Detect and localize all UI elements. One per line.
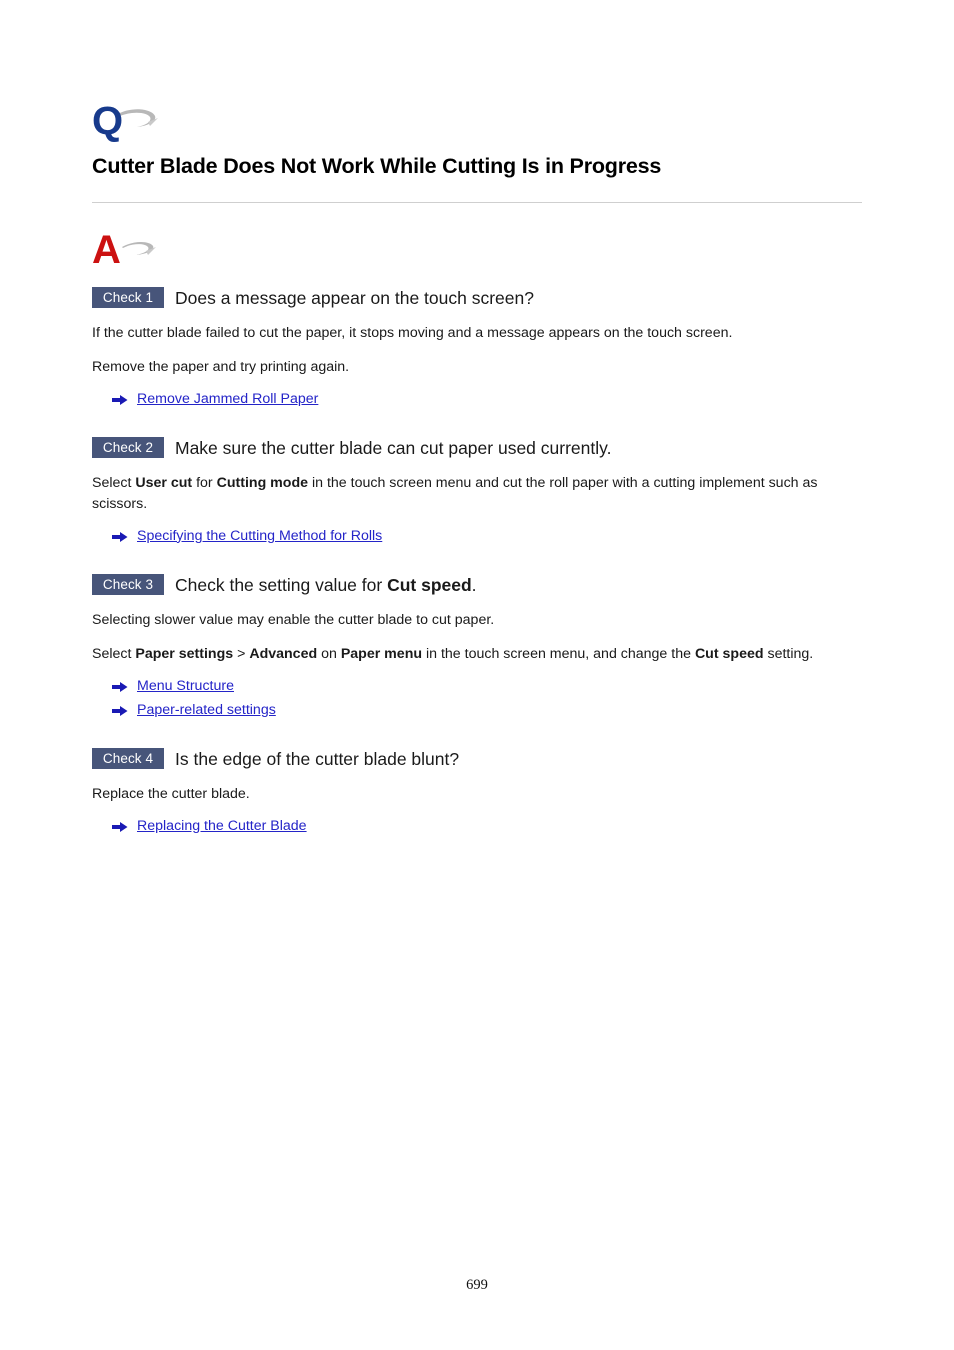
check-heading: Check 1 Does a message appear on the touc… <box>92 286 862 310</box>
emphasis-text: Cut speed <box>694 645 764 662</box>
related-link-list: Menu Structure Paper-related settings <box>92 677 862 720</box>
text-run: Remove the paper and try printing again. <box>92 358 350 375</box>
check-block: Check 4 Is the edge of the cutter blade b… <box>92 747 862 836</box>
arrow-right-icon <box>112 530 128 543</box>
text-run: Does a message appear on the touch scree… <box>175 287 534 308</box>
emphasis-text: Cut speed <box>387 574 472 595</box>
related-link[interactable]: Remove Jammed Roll Paper <box>137 390 318 409</box>
emphasis-text: User cut <box>135 474 193 491</box>
page-content: Q Cutter Blade Does Not Work While Cutti… <box>92 96 862 841</box>
body-paragraph: Replace the cutter blade. <box>92 784 862 805</box>
related-link-list: Remove Jammed Roll Paper <box>92 390 862 409</box>
text-run: Check the setting value for <box>175 574 388 595</box>
check-title: Make sure the cutter blade can cut paper… <box>175 437 611 459</box>
body-paragraph: If the cutter blade failed to cut the pa… <box>92 323 862 344</box>
related-link-list: Replacing the Cutter Blade <box>92 817 862 836</box>
check-heading: Check 4 Is the edge of the cutter blade b… <box>92 747 862 771</box>
arrow-right-icon <box>112 820 128 833</box>
check-title: Does a message appear on the touch scree… <box>175 287 534 309</box>
emphasis-text: Cutting mode <box>216 474 309 491</box>
svg-text:A: A <box>92 228 121 271</box>
check-badge: Check 3 <box>92 573 164 595</box>
body-paragraph: Selecting slower value may enable the cu… <box>92 610 862 631</box>
body-paragraph: Remove the paper and try printing again. <box>92 357 862 378</box>
check-title: Check the setting value for Cut speed. <box>175 574 477 596</box>
text-run: If the cutter blade failed to cut the pa… <box>92 324 733 341</box>
check-badge: Check 2 <box>92 436 164 458</box>
check-badge: Check 1 <box>92 286 164 308</box>
answer-emblem-a-icon: A <box>92 225 164 271</box>
text-run: Select <box>92 645 136 662</box>
emphasis-text: Paper settings <box>135 645 234 662</box>
text-run: . <box>471 574 477 595</box>
emphasis-text: Paper menu <box>340 645 423 662</box>
text-run: Is the edge of the cutter blade blunt? <box>175 748 460 769</box>
text-run: in the touch screen menu, and change the <box>422 645 695 662</box>
check-heading: Check 3 Check the setting value for Cut s… <box>92 573 862 597</box>
text-run: Select <box>92 474 136 491</box>
svg-text:Q: Q <box>92 99 123 142</box>
related-link[interactable]: Specifying the Cutting Method for Rolls <box>137 527 382 546</box>
list-item: Replacing the Cutter Blade <box>112 817 862 836</box>
check-block: Check 1 Does a message appear on the touc… <box>92 286 862 409</box>
emphasis-text: Advanced <box>249 645 318 662</box>
arrow-right-icon <box>112 704 128 717</box>
list-item: Remove Jammed Roll Paper <box>112 390 862 409</box>
text-run: for <box>192 474 217 491</box>
check-block: Check 3 Check the setting value for Cut s… <box>92 573 862 720</box>
list-item: Paper-related settings <box>112 701 862 720</box>
text-run: Replace the cutter blade. <box>92 785 250 802</box>
question-emblem-q-icon: Q <box>92 96 164 142</box>
check-badge: Check 4 <box>92 747 164 769</box>
text-run: Selecting slower value may enable the cu… <box>92 611 495 628</box>
document-page: Q Cutter Blade Does Not Work While Cutti… <box>0 0 954 1350</box>
check-title: Is the edge of the cutter blade blunt? <box>175 748 459 770</box>
page-title: Cutter Blade Does Not Work While Cutting… <box>92 154 662 178</box>
arrow-right-icon <box>112 680 128 693</box>
arrow-right-icon <box>112 393 128 406</box>
page-number: 699 <box>466 1277 488 1293</box>
text-run: on <box>317 645 341 662</box>
checks-container: Check 1 Does a message appear on the touc… <box>92 286 862 836</box>
related-link-list: Specifying the Cutting Method for Rolls <box>92 527 862 546</box>
body-paragraph: Select Paper settings > Advanced on Pape… <box>92 644 862 665</box>
list-item: Specifying the Cutting Method for Rolls <box>112 527 862 546</box>
check-heading: Check 2 Make sure the cutter blade can cu… <box>92 436 862 460</box>
related-link[interactable]: Replacing the Cutter Blade <box>137 817 307 836</box>
text-run: setting. <box>763 645 814 662</box>
text-run: > <box>233 645 250 662</box>
related-link[interactable]: Menu Structure <box>137 677 234 696</box>
related-link[interactable]: Paper-related settings <box>137 701 276 720</box>
body-paragraph: Select User cut for Cutting mode in the … <box>92 473 862 515</box>
text-run: Make sure the cutter blade can cut paper… <box>175 437 612 458</box>
check-block: Check 2 Make sure the cutter blade can cu… <box>92 436 862 546</box>
list-item: Menu Structure <box>112 677 862 696</box>
